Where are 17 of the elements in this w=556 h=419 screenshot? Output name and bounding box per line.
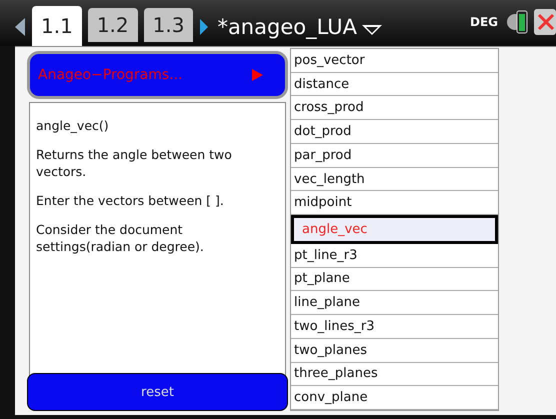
document-title[interactable]: *anageo_LUA — [217, 15, 357, 39]
close-icon[interactable] — [534, 9, 556, 35]
forward-arrow-icon[interactable] — [199, 18, 210, 36]
page-tab[interactable]: 1.1 — [32, 6, 82, 46]
function-list-item[interactable]: angle_vec — [291, 215, 498, 244]
help-text: Enter the vectors between [ ]. — [36, 192, 225, 209]
page-tab[interactable]: 1.2 — [88, 8, 138, 42]
help-text: Returns the angle between two vectors. — [36, 146, 233, 180]
right-triangle-icon — [252, 69, 263, 81]
angle-mode-label: DEG — [470, 15, 498, 29]
battery-icon — [506, 9, 530, 35]
page-tab[interactable]: 1.3 — [144, 8, 194, 42]
back-arrow-icon[interactable] — [14, 17, 26, 37]
dropdown-arrow-icon[interactable] — [360, 24, 383, 36]
function-signature: angle_vec() — [36, 117, 110, 134]
reset-button[interactable]: reset — [27, 373, 288, 411]
help-text: Consider the document settings(radian or degree). — [36, 221, 205, 255]
